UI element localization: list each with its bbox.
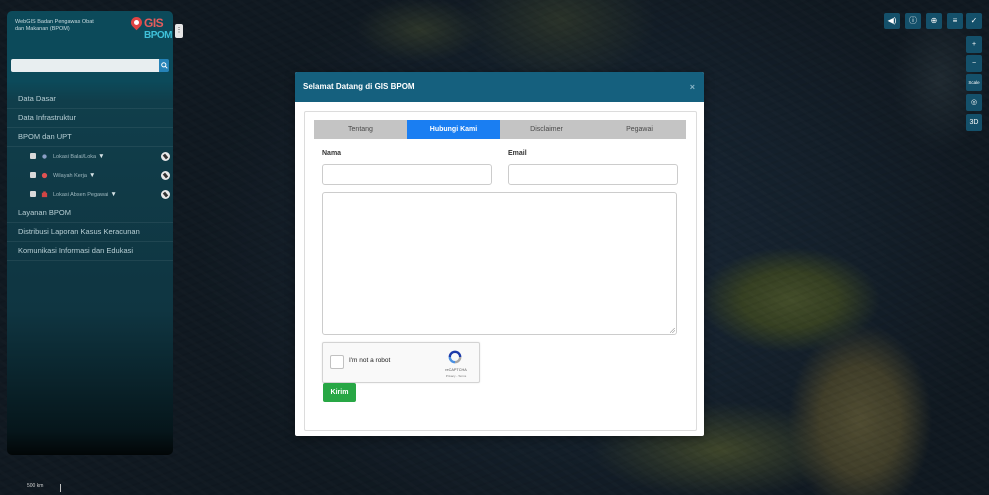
layer-style-toggle[interactable]: [161, 171, 170, 180]
3d-button[interactable]: 3D: [966, 114, 982, 131]
tab-hubungi-kami[interactable]: Hubungi Kami: [407, 120, 500, 139]
sidebar-item-komunikasi-informasi[interactable]: Komunikasi Informasi dan Edukasi: [7, 242, 173, 261]
name-field[interactable]: [322, 164, 492, 185]
close-icon[interactable]: ×: [690, 72, 695, 102]
info-button[interactable]: ⓘ: [905, 13, 921, 29]
scale-bar: [60, 484, 61, 492]
menu-button[interactable]: ≡: [947, 13, 963, 29]
balai-location-icon: [42, 154, 47, 159]
recaptcha-brand: reCAPTCHA: [445, 368, 467, 372]
kirim-button[interactable]: Kirim: [323, 383, 356, 402]
layer-checkbox[interactable]: [30, 172, 36, 178]
region-icon: [41, 172, 48, 179]
locate-button[interactable]: ⊕: [926, 13, 942, 29]
search-bar: [11, 59, 169, 72]
modal-tabs: Tentang Hubungi Kami Disclaimer Pegawai: [314, 120, 686, 139]
name-label: Nama: [322, 150, 342, 157]
scale-label: 500 km: [27, 483, 44, 489]
sidebar-item-data-infrastruktur[interactable]: Data Infrastruktur: [7, 109, 173, 128]
layer-item-lokasi-balai: Lokasi Balai/Loka ▼: [7, 147, 173, 166]
tab-tentang[interactable]: Tentang: [314, 120, 407, 139]
filter-icon[interactable]: ▼: [98, 153, 104, 160]
sidebar-item-distribusi-laporan[interactable]: Distribusi Laporan Kasus Keracunan: [7, 223, 173, 242]
tab-pegawai[interactable]: Pegawai: [593, 120, 686, 139]
sidebar-collapse-button[interactable]: ⋮: [175, 24, 183, 38]
logo-bpom-text: BPOM: [144, 30, 173, 41]
brand-title: WebGIS Badan Pengawas Obat dan Makanan (…: [15, 19, 94, 32]
layer-style-toggle[interactable]: [161, 190, 170, 199]
scale-button[interactable]: Scale: [966, 74, 982, 91]
modal-title: Selamat Datang di GIS BPOM: [303, 82, 415, 91]
message-textarea[interactable]: [322, 192, 677, 335]
layer-style-toggle[interactable]: [161, 152, 170, 161]
search-button[interactable]: [159, 59, 169, 72]
compass-button[interactable]: ◎: [966, 94, 982, 111]
sound-button[interactable]: ◀): [884, 13, 900, 29]
search-input[interactable]: [11, 59, 159, 72]
bpom-logo: GIS BPOM: [128, 14, 173, 47]
recaptcha-terms-link[interactable]: Privacy - Terms: [436, 374, 476, 378]
email-label: Email: [508, 150, 527, 157]
search-icon: [161, 62, 168, 69]
welcome-modal: Selamat Datang di GIS BPOM × Tentang Hub…: [295, 72, 704, 436]
filter-icon[interactable]: ▼: [110, 191, 116, 198]
modal-body: Tentang Hubungi Kami Disclaimer Pegawai …: [304, 111, 697, 431]
map-pin-icon: [128, 14, 145, 31]
sidebar-item-bpom-upt[interactable]: BPOM dan UPT: [7, 128, 173, 147]
layer-label: Lokasi Absen Pegawai: [53, 192, 109, 198]
sidebar-menu: Data Dasar Data Infrastruktur BPOM dan U…: [7, 90, 173, 261]
sidebar-item-data-dasar[interactable]: Data Dasar: [7, 90, 173, 109]
recaptcha-widget: I'm not a robot reCAPTCHA Privacy - Term…: [322, 342, 480, 383]
layer-checkbox[interactable]: [30, 191, 36, 197]
recaptcha-icon: [448, 350, 462, 364]
sidebar-item-layanan-bpom[interactable]: Layanan BPOM: [7, 204, 173, 223]
brand-header: WebGIS Badan Pengawas Obat dan Makanan (…: [7, 11, 173, 56]
layer-label: Lokasi Balai/Loka: [53, 154, 97, 160]
email-field[interactable]: [508, 164, 678, 185]
recaptcha-label: I'm not a robot: [349, 357, 391, 364]
attendance-location-icon: [41, 191, 48, 198]
layer-checkbox[interactable]: [30, 153, 36, 159]
zoom-out-button[interactable]: −: [966, 55, 982, 72]
check-button[interactable]: ✓: [966, 13, 982, 29]
modal-header: Selamat Datang di GIS BPOM ×: [295, 72, 704, 102]
sidebar-panel: WebGIS Badan Pengawas Obat dan Makanan (…: [7, 11, 173, 455]
layer-item-wilayah-kerja: Wilayah Kerja ▼: [7, 166, 173, 185]
tab-disclaimer[interactable]: Disclaimer: [500, 120, 593, 139]
recaptcha-checkbox[interactable]: [330, 355, 344, 369]
layer-label: Wilayah Kerja: [53, 173, 87, 179]
filter-icon[interactable]: ▼: [89, 172, 95, 179]
logo-gis-text: GIS: [144, 16, 164, 30]
layer-item-lokasi-absen: Lokasi Absen Pegawai ▼: [7, 185, 173, 204]
zoom-in-button[interactable]: +: [966, 36, 982, 53]
